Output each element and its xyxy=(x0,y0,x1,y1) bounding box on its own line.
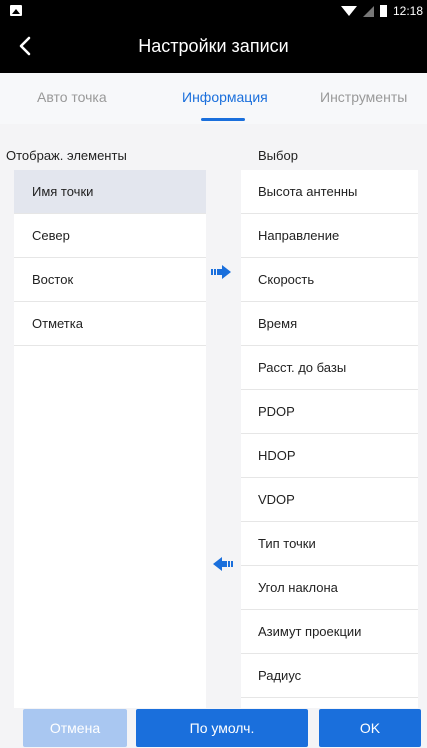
tab-auto-point[interactable]: Авто точка xyxy=(37,89,107,105)
left-gutter xyxy=(0,124,14,714)
move-left-arrow-icon[interactable] xyxy=(213,557,233,571)
wifi-icon xyxy=(340,6,357,16)
displayed-elements-list: Имя точки Север Восток Отметка xyxy=(14,170,206,708)
signal-icon xyxy=(362,5,374,17)
page-title: Настройки записи xyxy=(138,36,289,56)
title-bar: Настройки записи xyxy=(0,22,427,73)
default-button[interactable]: По умолч. xyxy=(136,709,308,747)
ok-button[interactable]: OK xyxy=(319,709,421,747)
content-background xyxy=(0,124,427,170)
list-item[interactable]: HDOP xyxy=(241,434,418,478)
list-item[interactable]: Расст. до базы xyxy=(241,346,418,390)
available-elements-list: Высота антенны Направление Скорость Врем… xyxy=(241,170,418,708)
list-item[interactable]: Скорость xyxy=(241,258,418,302)
list-item[interactable]: Отметка xyxy=(14,302,206,346)
status-time: 12:18 xyxy=(392,4,423,18)
list-item[interactable]: Восток xyxy=(14,258,206,302)
right-gutter xyxy=(418,124,427,714)
cancel-button[interactable]: Отмена xyxy=(23,709,127,747)
tab-bar: Авто точка Информация Инструменты xyxy=(0,73,427,124)
left-section-label: Отображ. элементы xyxy=(6,148,127,163)
list-item[interactable]: Север xyxy=(14,214,206,258)
battery-icon xyxy=(379,5,387,17)
status-icons: 12:18 xyxy=(340,3,423,19)
tab-tools[interactable]: Инструменты xyxy=(320,89,407,105)
list-item[interactable]: Радиус xyxy=(241,654,418,698)
list-item[interactable]: Угол наклона xyxy=(241,566,418,610)
list-item[interactable]: Азимут проекции xyxy=(241,610,418,654)
transfer-column xyxy=(206,170,241,708)
list-item[interactable]: Имя точки xyxy=(14,170,206,214)
tab-information[interactable]: Информация xyxy=(182,89,268,105)
active-tab-indicator xyxy=(201,118,245,121)
gallery-notification-icon xyxy=(10,5,22,16)
list-item[interactable]: VDOP xyxy=(241,478,418,522)
right-section-label: Выбор xyxy=(258,148,298,163)
list-item[interactable]: PDOP xyxy=(241,390,418,434)
list-item[interactable]: Направление xyxy=(241,214,418,258)
list-item[interactable]: Время xyxy=(241,302,418,346)
status-bar: 12:18 xyxy=(0,0,427,22)
move-right-arrow-icon[interactable] xyxy=(211,265,231,279)
list-item[interactable]: Тип точки xyxy=(241,522,418,566)
list-item[interactable]: Высота антенны xyxy=(241,170,418,214)
